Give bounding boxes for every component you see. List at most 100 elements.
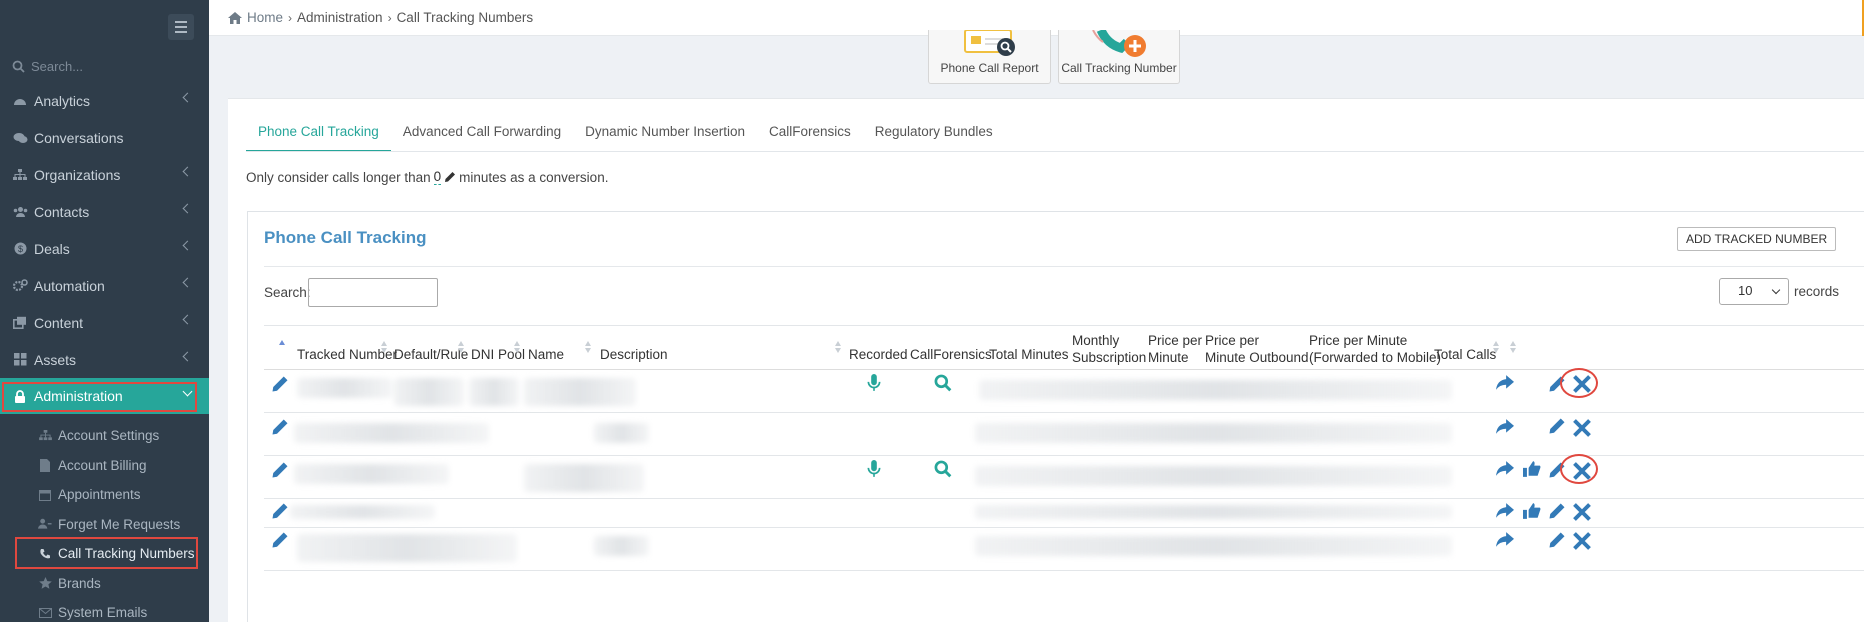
dollar-icon: $ (12, 242, 28, 256)
redacted-cell (979, 380, 1452, 400)
tab-phone-call-tracking[interactable]: Phone Call Tracking (246, 121, 391, 152)
sidebar-item-account-billing[interactable]: Account Billing (0, 451, 209, 481)
header-line: Minute (1148, 350, 1189, 365)
dashboard-icon (12, 94, 28, 108)
col-price-per-minute[interactable]: Price per Minute (1148, 332, 1202, 366)
close-icon[interactable] (1573, 532, 1591, 550)
pencil-icon[interactable] (1548, 531, 1566, 549)
search-icon[interactable] (934, 374, 952, 392)
thumbs-up-icon[interactable] (1523, 502, 1541, 520)
add-tracked-number-button[interactable]: ADD TRACKED NUMBER (1677, 227, 1837, 251)
records-per-page-select[interactable]: 10 (1719, 278, 1789, 305)
sidebar-item-forget-me-requests[interactable]: Forget Me Requests (0, 510, 209, 540)
sidebar-item-appointments[interactable]: Appointments (0, 480, 209, 510)
star-icon (38, 576, 52, 590)
col-monthly-subscription[interactable]: Monthly Subscription (1072, 332, 1146, 366)
sidebar-item-analytics[interactable]: Analytics (0, 82, 209, 119)
forward-icon[interactable] (1496, 531, 1514, 549)
sidebar-item-label: Deals (34, 240, 70, 257)
sidebar-item-assets[interactable]: Assets (0, 341, 209, 378)
grid-icon (12, 353, 28, 367)
sidebar-item-label: Content (34, 314, 84, 331)
sidebar-item-account-settings[interactable]: Account Settings (0, 421, 209, 451)
chevron-left-icon (182, 203, 193, 214)
col-description[interactable]: Description (600, 346, 668, 363)
sidebar-item-organizations[interactable]: Organizations (0, 156, 209, 193)
thumbs-up-icon[interactable] (1523, 460, 1541, 478)
sitemap-icon (12, 168, 28, 182)
sidebar-nav: Analytics Conversations Organizations Co… (0, 82, 209, 414)
forward-icon[interactable] (1496, 374, 1514, 392)
sidebar-item-conversations[interactable]: Conversations (0, 119, 209, 156)
pencil-icon[interactable] (271, 418, 289, 436)
col-total-minutes[interactable]: Total Minutes (989, 346, 1069, 363)
sidebar-item-content[interactable]: Content (0, 304, 209, 341)
microphone-icon[interactable] (865, 374, 883, 392)
chevron-left-icon (182, 277, 193, 288)
pencil-icon[interactable] (271, 461, 289, 479)
col-price-per-minute-outbound[interactable]: Price per Minute Outbound (1205, 332, 1309, 366)
tab-advanced-call-forwarding[interactable]: Advanced Call Forwarding (391, 121, 573, 151)
table-search-input[interactable] (308, 278, 438, 307)
tab-dynamic-number-insertion[interactable]: Dynamic Number Insertion (573, 121, 757, 151)
forward-icon[interactable] (1496, 460, 1514, 478)
col-price-per-minute-forwarded[interactable]: Price per Minute (Forwarded to Mobile) (1309, 332, 1441, 366)
redacted-cell (594, 423, 649, 443)
phone-call-report-card[interactable]: Phone Call Report (928, 30, 1051, 84)
pencil-icon[interactable] (271, 502, 289, 520)
chevron-left-icon (182, 314, 193, 325)
header-line: Subscription (1072, 350, 1147, 365)
sort-asc-icon[interactable] (279, 340, 285, 345)
sidebar-search-input[interactable] (31, 58, 191, 74)
col-name[interactable]: Name (528, 346, 564, 363)
sidebar-item-brands[interactable]: Brands (0, 569, 209, 599)
calendar-icon (38, 488, 52, 502)
col-recorded[interactable]: Recorded (849, 346, 908, 363)
sidebar-item-deals[interactable]: $ Deals (0, 230, 209, 267)
search-icon[interactable] (934, 460, 952, 478)
add-phone-icon (1092, 30, 1146, 57)
col-total-calls[interactable]: Total Calls (1434, 346, 1496, 363)
table-row (264, 454, 1864, 499)
tab-callforensics[interactable]: CallForensics (757, 121, 863, 151)
sort-icon (1510, 348, 1516, 353)
header-line: (Forwarded to Mobile) (1309, 350, 1442, 365)
records-value: 10 (1738, 283, 1753, 298)
quick-action-label: Call Tracking Number (1061, 61, 1177, 75)
microphone-icon[interactable] (865, 460, 883, 478)
chevron-left-icon (182, 92, 193, 103)
breadcrumb-section[interactable]: Administration (297, 10, 383, 25)
user-minus-icon (38, 517, 52, 531)
sidebar-item-system-emails[interactable]: System Emails (0, 598, 209, 622)
pencil-icon[interactable] (1548, 502, 1566, 520)
sitemap-icon (38, 429, 52, 443)
sort-icon (1493, 341, 1499, 346)
clone-icon (12, 316, 28, 330)
sidebar-item-automation[interactable]: Automation (0, 267, 209, 304)
admin-subnav: Account Settings Account Billing Appoint… (0, 421, 209, 622)
breadcrumb-home[interactable]: Home (247, 10, 283, 25)
pencil-icon[interactable] (1548, 417, 1566, 435)
redacted-cell (524, 378, 636, 406)
pencil-icon[interactable] (271, 531, 289, 549)
forward-icon[interactable] (1496, 502, 1514, 520)
sort-icon (835, 341, 841, 346)
close-icon[interactable] (1573, 503, 1591, 521)
main-panel: Phone Call Tracking Advanced Call Forwar… (228, 98, 1864, 622)
pencil-icon[interactable] (271, 375, 289, 393)
redacted-cell (524, 464, 644, 492)
chevron-left-icon (182, 240, 193, 251)
pencil-icon[interactable] (444, 171, 456, 183)
sidebar-item-label: Organizations (34, 166, 121, 183)
tab-regulatory-bundles[interactable]: Regulatory Bundles (863, 121, 1005, 151)
chevron-right-icon: › (288, 10, 293, 25)
close-icon[interactable] (1573, 419, 1591, 437)
forward-icon[interactable] (1496, 418, 1514, 436)
col-callforensics[interactable]: CallForensics (910, 346, 992, 363)
sidebar-item-contacts[interactable]: Contacts (0, 193, 209, 230)
sort-icon (458, 348, 464, 353)
sidebar-subitem-label: Appointments (58, 487, 141, 503)
conversion-minutes-value[interactable]: 0 (433, 169, 442, 185)
menu-toggle-icon[interactable] (168, 14, 194, 40)
call-tracking-number-card[interactable]: Call Tracking Number (1058, 30, 1180, 84)
